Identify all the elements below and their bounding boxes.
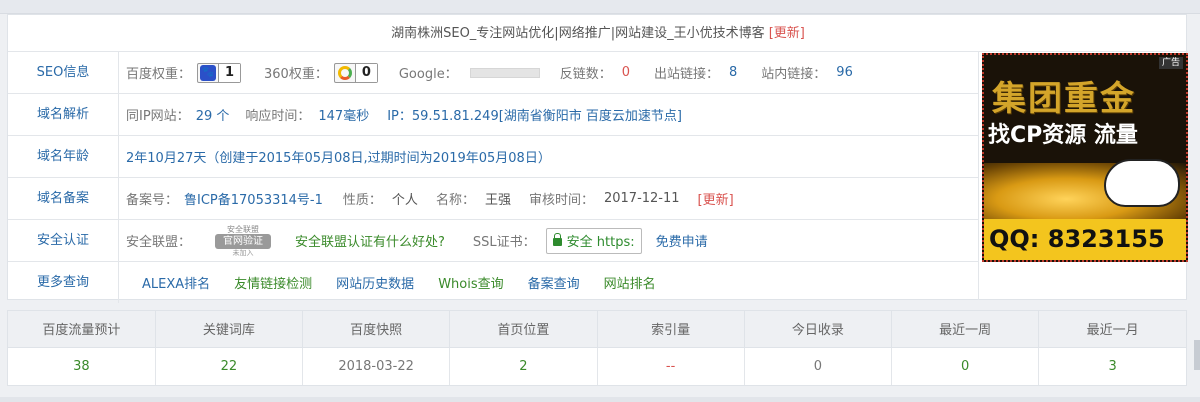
stats-value-row: 38 22 2018-03-22 2 -- 0 0 3 [8,347,1186,385]
ssl-https-label: 安全 https: [566,235,635,250]
domain-age-row: 域名年龄 2年10月27天（创建于2015年05月08日,过期时间为2019年0… [8,136,978,178]
security-content: 安全联盟： 安全联盟 官网验证 未加入 安全联盟认证有什么好处? SSL证书： … [126,220,708,261]
stats-header: 关键词库 [155,311,304,348]
icp-update-link[interactable]: [更新] [698,189,734,208]
stats-header: 首页位置 [449,311,598,348]
more-queries-row: 更多查询 ALEXA排名 友情链接检测 网站历史数据 Whois查询 备案查询 … [8,262,978,304]
response-time-value: 147毫秒 [318,109,370,124]
dns-row: 域名解析 同IP网站： 29 个 响应时间： 147毫秒 IP：59.51.81… [8,94,978,136]
icp-content: 备案号： 鲁ICP备17053314号-1 性质： 个人 名称： 王强 审核时间… [126,178,734,219]
stats-cell-snapshot: 2018-03-22 [302,347,451,385]
icp-number-label: 备案号： [126,193,179,208]
backlinks-label: 反链数： [559,67,612,82]
icp-nature-label: 性质： [342,193,382,208]
seo-row: SEO信息 百度权重： 🐾 1 360权重： 0 Google： 反链数： 0 … [8,52,978,94]
dns-label: 域名解析 [8,94,119,135]
stats-header: 今日收录 [744,311,893,348]
domain-age-text: 2年10月27天（创建于2015年05月08日,过期时间为2019年05月08日… [126,151,551,166]
ad-tag: 广告 [1158,57,1183,69]
bottom-divider [0,397,1200,402]
icp-number-value[interactable]: 鲁ICP备17053314号-1 [184,189,323,208]
360-weight-label: 360权重： [264,67,328,82]
baidu-weight-badge[interactable]: 🐾 1 [197,62,242,83]
site-info-panel: 湖南株洲SEO_专注网站优化|网络推广|网站建设_王小优技术博客 [更新] SE… [7,14,1188,303]
same-ip-label: 同IP网站： [126,109,190,124]
stats-header-row: 百度流量预计 关键词库 百度快照 首页位置 索引量 今日收录 最近一周 最近一月 [8,311,1186,348]
google-pr-bar [469,67,540,78]
stats-cell-traffic[interactable]: 38 [8,347,156,385]
top-bar [0,0,1200,14]
ip-location-link[interactable]: IP：59.51.81.249[湖南省衡阳市 百度云加速节点] [387,105,682,124]
outbound-links-label: 出站链接： [653,67,719,82]
site-history-link[interactable]: 网站历史数据 [336,273,414,292]
baidu-weight-value: 1 [218,63,241,82]
internal-links-label: 站内链接： [761,67,827,82]
more-queries-label: 更多查询 [8,262,119,303]
icp-audit-value: 2017-12-11 [603,191,680,206]
360-ring-icon [337,65,352,80]
scrollbar-handle[interactable] [1194,340,1200,370]
ad-column: 广告 集团重金 找CP资源 流量 QQ: 8323155 [978,52,1188,300]
baidu-paw-icon: 🐾 [200,64,217,81]
site-title-text: 湖南株洲SEO_专注网站优化|网络推广|网站建设_王小优技术博客 [391,26,765,41]
friend-link-check-link[interactable]: 友情链接检测 [234,273,312,292]
alexa-rank-link[interactable]: ALEXA排名 [142,273,210,292]
stats-cell-month[interactable]: 3 [1039,347,1186,385]
stats-cell-today: 0 [744,347,893,385]
more-queries-links: ALEXA排名 友情链接检测 网站历史数据 Whois查询 备案查询 网站排名 [142,262,656,303]
baidu-weight-label: 百度权重： [126,67,192,82]
dns-content: 同IP网站： 29 个 响应时间： 147毫秒 IP：59.51.81.249[… [126,94,682,135]
ad-qq-contact: QQ: 8323155 [984,219,1186,260]
response-time-label: 响应时间： [245,109,311,124]
backlinks-value[interactable]: 0 [622,65,630,80]
icp-label: 域名备案 [8,178,119,219]
google-label: Google： [398,67,458,82]
domain-age-content: 2年10月27天（创建于2015年05月08日,过期时间为2019年05月08日… [126,136,551,177]
360-weight-badge[interactable]: 0 [333,62,378,83]
whois-link[interactable]: Whois查询 [438,273,503,292]
stats-header: 最近一月 [1038,311,1186,348]
seal-main-text: 官网验证 [215,233,272,249]
same-ip-value[interactable]: 29 个 [196,105,230,124]
stats-header: 索引量 [597,311,745,348]
traffic-stats-table: 百度流量预计 关键词库 百度快照 首页位置 索引量 今日收录 最近一周 最近一月… [7,310,1187,386]
cloud-shape [1104,159,1180,207]
domain-age-label: 域名年龄 [8,136,119,177]
icp-name-label: 名称： [435,193,475,208]
alliance-seal-badge[interactable]: 安全联盟 官网验证 未加入 [197,224,289,258]
stats-header: 最近一周 [891,311,1040,348]
icp-name-value: 王强 [484,193,511,208]
security-label: 安全认证 [8,220,119,261]
icp-query-link[interactable]: 备案查询 [528,273,580,292]
seo-content: 百度权重： 🐾 1 360权重： 0 Google： 反链数： 0 出站链接： … [126,52,853,93]
ad-subline: 找CP资源 流量 [988,123,1138,148]
ad-headline: 集团重金 [992,79,1136,119]
seal-top-text: 安全联盟 [227,224,260,234]
internal-links-value[interactable]: 96 [836,65,853,80]
stats-cell-homepage-position[interactable]: 2 [449,347,598,385]
icp-audit-label: 审核时间： [528,193,594,208]
stats-header: 百度流量预计 [8,311,156,348]
security-row: 安全认证 安全联盟： 安全联盟 官网验证 未加入 安全联盟认证有什么好处? SS… [8,220,978,262]
alliance-benefit-link[interactable]: 安全联盟认证有什么好处? [295,231,445,250]
ssl-label: SSL证书： [472,235,536,250]
stats-cell-index[interactable]: -- [597,347,745,385]
seo-label: SEO信息 [8,52,119,93]
title-update-link[interactable]: [更新] [769,26,805,41]
stats-cell-keywords[interactable]: 22 [155,347,304,385]
stats-cell-week[interactable]: 0 [891,347,1040,385]
360-weight-value: 0 [354,63,377,82]
ad-banner[interactable]: 广告 集团重金 找CP资源 流量 QQ: 8323155 [982,53,1188,262]
icp-nature-value: 个人 [391,193,418,208]
alliance-label: 安全联盟： [126,235,192,250]
icp-row: 域名备案 备案号： 鲁ICP备17053314号-1 性质： 个人 名称： 王强… [8,178,978,220]
stats-header: 百度快照 [302,311,451,348]
ssl-apply-link[interactable]: 免费申请 [656,231,708,250]
site-title: 湖南株洲SEO_专注网站优化|网络推广|网站建设_王小优技术博客 [更新] [8,15,1188,52]
seal-bottom-text: 未加入 [232,248,254,257]
ssl-https-button[interactable]: 安全 https: [545,227,642,254]
lock-icon [552,232,562,246]
site-rank-link[interactable]: 网站排名 [604,273,656,292]
outbound-links-value[interactable]: 8 [729,65,737,80]
